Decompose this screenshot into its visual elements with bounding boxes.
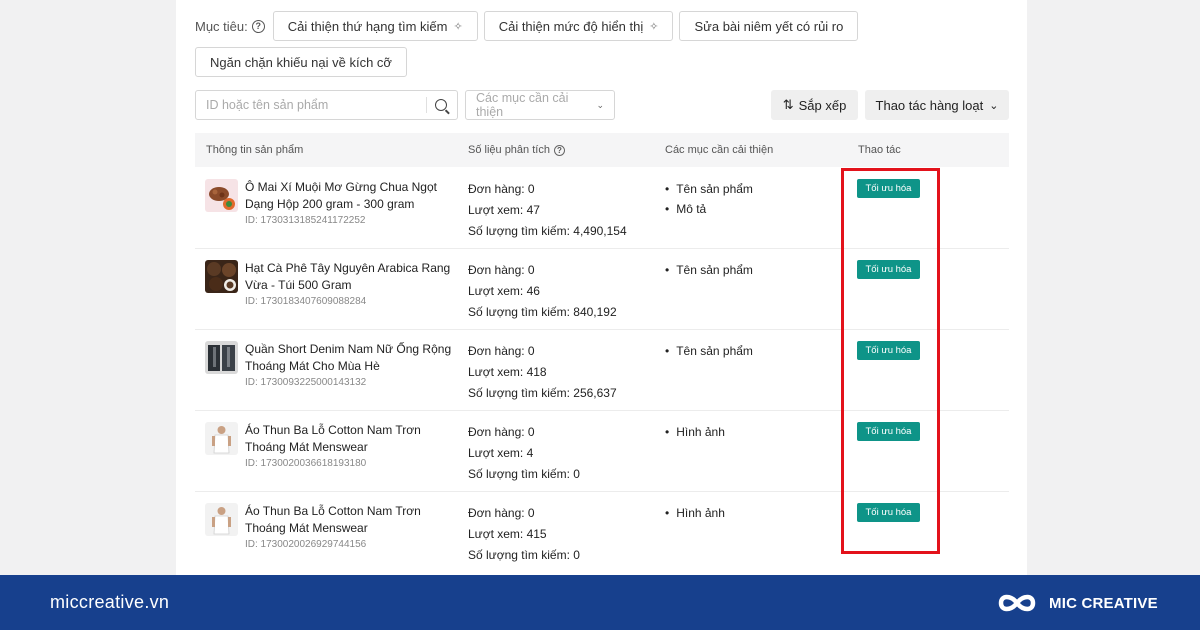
metric-views: Lượt xem: 47: [468, 203, 540, 217]
header-improve-text: Các mục cần cải thiện: [665, 144, 774, 156]
metric-orders: Đơn hàng: 0: [468, 344, 535, 358]
product-thumbnail-plum: [205, 179, 238, 212]
footer-bar: miccreative.vn MIC CREATIVE: [0, 575, 1200, 630]
goal-chip-size-complaint[interactable]: Ngăn chặn khiếu nại về kích cỡ: [195, 47, 407, 77]
product-id: ID: 1730020026929744156: [245, 539, 367, 550]
header-metrics-text: Số liệu phân tích: [468, 144, 550, 156]
metric-orders: Đơn hàng: 0: [468, 425, 535, 439]
metric-views: Lượt xem: 418: [468, 365, 547, 379]
product-id: ID: 1730020036618193180: [245, 458, 367, 469]
bulk-action-label: Thao tác hàng loạt: [875, 97, 984, 113]
brand-logo: MIC CREATIVE: [993, 588, 1158, 618]
metric-searches: Số lượng tìm kiếm: 840,192: [468, 305, 617, 319]
improve-item: Hình ảnh: [665, 422, 725, 442]
help-icon[interactable]: ?: [251, 19, 265, 33]
product-metrics: Đơn hàng: 0 Lượt xem: 46 Số lượng tìm ki…: [468, 260, 617, 323]
sparkle-icon: ✧: [649, 20, 659, 33]
product-thumbnail-coffee: [205, 260, 238, 293]
footer-url[interactable]: miccreative.vn: [50, 592, 169, 613]
improve-item: Tên sản phẩm: [665, 341, 753, 361]
product-thumbnail-tank-top: [205, 422, 238, 455]
goal-chip-risky-listing[interactable]: Sửa bài niêm yết có rủi ro: [679, 11, 859, 41]
metric-orders: Đơn hàng: 0: [468, 506, 535, 520]
search-icon[interactable]: [435, 99, 447, 111]
search-input[interactable]: ID hoặc tên sản phẩm: [195, 90, 458, 120]
metric-views: Lượt xem: 4: [468, 446, 534, 460]
metric-orders: Đơn hàng: 0: [468, 182, 535, 196]
improve-list: Tên sản phẩm Mô tả: [665, 179, 753, 219]
help-icon[interactable]: ?: [553, 144, 565, 156]
search-placeholder: ID hoặc tên sản phẩm: [206, 98, 329, 112]
metric-searches: Số lượng tìm kiếm: 256,637: [468, 386, 617, 400]
metric-searches: Số lượng tìm kiếm: 0: [468, 467, 580, 481]
improve-item: Hình ảnh: [665, 503, 725, 523]
bulk-action-button[interactable]: Thao tác hàng loạt ⌄: [865, 90, 1009, 120]
goal-chip-search-rank[interactable]: Cải thiện thứ hạng tìm kiếm ✧: [272, 11, 478, 41]
goal-label-text: Mục tiêu:: [195, 18, 248, 34]
goal-chip-label: Cải thiện thứ hạng tìm kiếm: [287, 18, 448, 34]
product-id: ID: 1730313185241172252: [245, 215, 366, 226]
goal-filter-row: Mục tiêu: ? Cải thiện thứ hạng tìm kiếm …: [195, 11, 1025, 77]
infinity-logo-icon: [998, 594, 1036, 612]
goal-chip-label: Ngăn chặn khiếu nại về kích cỡ: [210, 54, 392, 70]
header-action: Thao tác: [858, 144, 901, 156]
sort-icon: ⇅: [782, 97, 794, 112]
header-product-text: Thông tin sản phẩm: [206, 144, 304, 156]
improve-list: Tên sản phẩm: [665, 260, 753, 280]
product-thumbnail-tank-top: [205, 503, 238, 536]
product-metrics: Đơn hàng: 0 Lượt xem: 418 Số lượng tìm k…: [468, 341, 617, 404]
metric-orders: Đơn hàng: 0: [468, 263, 535, 277]
product-metrics: Đơn hàng: 0 Lượt xem: 47 Số lượng tìm ki…: [468, 179, 627, 242]
chevron-down-icon: ⌄: [596, 99, 604, 110]
search-divider: [426, 97, 427, 113]
improve-item: Tên sản phẩm: [665, 260, 753, 280]
sort-label: Sắp xếp: [798, 97, 847, 113]
product-name[interactable]: Hạt Cà Phê Tây Nguyên Arabica Rang Vừa -…: [245, 260, 455, 293]
sparkle-icon: ✧: [453, 20, 463, 33]
product-name[interactable]: Áo Thun Ba Lỗ Cotton Nam Trơn Thoáng Mát…: [245, 422, 455, 455]
chevron-down-icon: ⌄: [989, 99, 999, 112]
product-id: ID: 1730183407609088284: [245, 296, 367, 307]
header-action-text: Thao tác: [858, 144, 901, 156]
metric-searches: Số lượng tìm kiếm: 4,490,154: [468, 224, 627, 238]
product-thumbnail-denim: [205, 341, 238, 374]
header-metrics: Số liệu phân tích ?: [468, 144, 565, 156]
header-product: Thông tin sản phẩm: [206, 144, 303, 156]
sort-button[interactable]: ⇅ Sắp xếp: [771, 90, 858, 120]
table-header: Thông tin sản phẩm Số liệu phân tích ? C…: [195, 133, 1009, 167]
product-metrics: Đơn hàng: 0 Lượt xem: 4 Số lượng tìm kiế…: [468, 422, 580, 485]
product-name[interactable]: Áo Thun Ba Lỗ Cotton Nam Trơn Thoáng Mát…: [245, 503, 455, 536]
highlight-box: [841, 168, 940, 554]
filter-placeholder: Các mục cần cải thiện: [476, 91, 569, 119]
improve-item: Tên sản phẩm: [665, 179, 753, 199]
metric-views: Lượt xem: 46: [468, 284, 540, 298]
improve-list: Hình ảnh: [665, 503, 725, 523]
product-name[interactable]: Quần Short Denim Nam Nữ Ống Rộng Thoáng …: [245, 341, 455, 374]
product-metrics: Đơn hàng: 0 Lượt xem: 415 Số lượng tìm k…: [468, 503, 580, 566]
improve-item: Mô tả: [665, 199, 753, 219]
improve-list: Hình ảnh: [665, 422, 725, 442]
goal-label: Mục tiêu: ?: [195, 11, 265, 41]
metric-views: Lượt xem: 415: [468, 527, 547, 541]
header-improve: Các mục cần cải thiện: [665, 144, 773, 156]
goal-chip-label: Cải thiện mức độ hiển thị: [498, 18, 644, 34]
goal-chip-visibility[interactable]: Cải thiện mức độ hiển thị ✧: [483, 11, 674, 41]
improve-filter-select[interactable]: Các mục cần cải thiện ⌄: [465, 90, 615, 120]
product-id: ID: 1730093225000143132: [245, 377, 367, 388]
metric-searches: Số lượng tìm kiếm: 0: [468, 548, 580, 562]
product-name[interactable]: Ô Mai Xí Muội Mơ Gừng Chua Ngọt Dạng Hộp…: [245, 179, 455, 212]
brand-name: MIC CREATIVE: [1049, 594, 1158, 612]
goal-chip-label: Sửa bài niêm yết có rủi ro: [694, 18, 844, 34]
improve-list: Tên sản phẩm: [665, 341, 753, 361]
